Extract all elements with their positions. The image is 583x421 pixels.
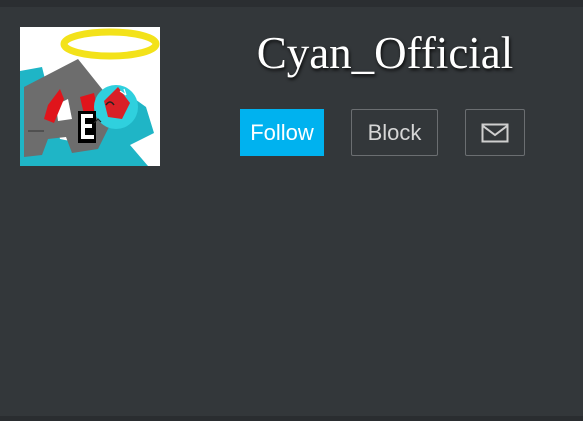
follow-button[interactable]: Follow (240, 109, 324, 156)
avatar-image-icon (20, 27, 160, 166)
envelope-icon (481, 123, 509, 143)
profile-avatar[interactable] (20, 27, 160, 166)
block-button[interactable]: Block (351, 109, 438, 156)
profile-username: Cyan_Official (256, 28, 514, 78)
bottom-strip (0, 416, 583, 421)
message-button[interactable] (465, 109, 525, 156)
top-strip (0, 0, 583, 7)
